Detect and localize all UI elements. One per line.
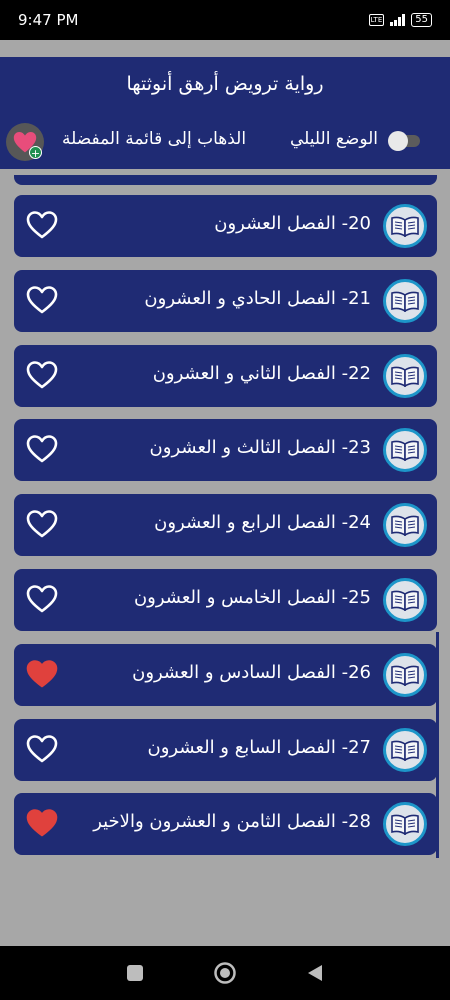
favorite-heart-button[interactable] (26, 584, 58, 614)
book-badge (383, 578, 427, 622)
book-icon (391, 291, 419, 312)
status-time: 9:47 PM (18, 11, 79, 29)
app-screen: رواية ترويض أرهق أنوثتها الوضع الليلي ال… (0, 40, 450, 946)
chapter-title: 25- الفصل الخامس و العشرون (133, 587, 371, 608)
heart-icon (26, 360, 58, 388)
chapter-card[interactable]: 26- الفصل السادس و العشرون (14, 643, 437, 706)
app-header: رواية ترويض أرهق أنوثتها الوضع الليلي ال… (0, 57, 450, 169)
book-badge (383, 278, 427, 323)
favorite-heart-button[interactable] (26, 509, 58, 539)
book-icon (391, 366, 419, 387)
navigation-bar (0, 946, 450, 1000)
book-badge (383, 802, 427, 847)
status-icons: LTE 55 (368, 13, 432, 27)
chapter-title: 26- الفصل السادس و العشرون (132, 661, 371, 683)
chapter-card[interactable]: 20- الفصل العشرون (14, 195, 437, 257)
book-icon (391, 515, 419, 537)
chapter-title: 23- الفصل الثالث و العشرون (149, 437, 371, 459)
favorite-heart-button[interactable] (26, 210, 58, 240)
favorite-heart-button[interactable] (26, 734, 58, 764)
scrollbar[interactable] (436, 632, 439, 858)
chapter-card[interactable]: 25- الفصل الخامس و العشرون (14, 569, 437, 631)
chapter-card[interactable]: 24- الفصل الرابع و العشرون (14, 494, 437, 557)
add-icon: + (29, 146, 42, 160)
chapter-card[interactable]: 22- الفصل الثاني و العشرون (14, 344, 437, 407)
chapter-card[interactable]: 27- الفصل السابع و العشرون (14, 718, 437, 781)
heart-icon (26, 435, 58, 463)
app-title: رواية ترويض أرهق أنوثتها (126, 73, 324, 95)
circle-icon (214, 962, 236, 984)
chapter-card[interactable]: 28- الفصل الثامن و العشرون والاخير (14, 793, 437, 856)
night-mode-label: الوضع الليلي (289, 129, 378, 149)
book-badge (383, 204, 427, 248)
heart-icon (26, 585, 58, 613)
favorites-button[interactable]: + (6, 123, 44, 161)
square-icon (127, 965, 143, 981)
chapter-card[interactable]: 21- الفصل الحادي و العشرون (14, 269, 437, 332)
chapter-title: 21- الفصل الحادي و العشرون (144, 287, 371, 309)
toggle-knob (388, 131, 408, 151)
heart-icon (26, 510, 58, 538)
book-icon (391, 665, 419, 686)
chapter-title: 22- الفصل الثاني و العشرون (152, 362, 371, 384)
favorite-heart-button[interactable] (26, 434, 58, 464)
favorite-heart-button[interactable] (26, 808, 58, 838)
lte-icon: LTE (368, 14, 385, 26)
back-button[interactable] (303, 961, 327, 985)
chapter-card[interactable]: 23- الفصل الثالث و العشرون (14, 419, 437, 482)
book-icon (391, 815, 419, 836)
book-icon (391, 441, 419, 462)
chapter-title: 27- الفصل السابع و العشرون (147, 736, 372, 758)
favorites-label[interactable]: الذهاب إلى قائمة المفضلة (62, 129, 246, 149)
battery-icon: 55 (411, 13, 432, 27)
book-badge (383, 353, 427, 398)
book-badge (383, 428, 427, 473)
book-badge (383, 727, 427, 772)
heart-icon (26, 809, 58, 837)
heart-icon (26, 211, 58, 239)
book-badge (383, 652, 427, 697)
book-icon (391, 740, 419, 761)
status-bar: 9:47 PM LTE 55 (0, 0, 450, 40)
chapter-title: 28- الفصل الثامن و العشرون والاخير (93, 811, 371, 833)
chapter-card-partial[interactable] (14, 175, 437, 185)
book-icon (391, 216, 419, 237)
heart-icon (26, 734, 58, 762)
chapter-title: 24- الفصل الرابع و العشرون (154, 512, 371, 534)
signal-icon (390, 14, 406, 26)
recents-button[interactable] (123, 961, 147, 985)
chapter-title: 20- الفصل العشرون (214, 213, 371, 234)
book-icon (391, 590, 419, 611)
favorite-heart-button[interactable] (26, 285, 58, 315)
heart-icon (26, 659, 58, 688)
home-button[interactable] (213, 961, 237, 985)
favorite-heart-button[interactable] (26, 659, 58, 689)
back-triangle-icon (308, 965, 322, 981)
book-badge (383, 503, 427, 548)
night-mode-toggle[interactable] (388, 131, 422, 151)
heart-icon (26, 285, 58, 314)
favorite-heart-button[interactable] (26, 360, 58, 390)
